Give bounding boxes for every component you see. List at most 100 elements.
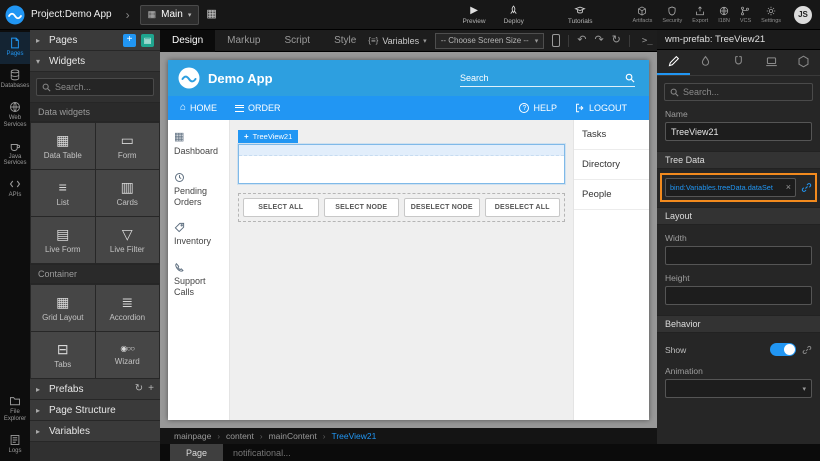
page-structure-section-header[interactable]: ▸ Page Structure <box>30 400 160 421</box>
breadcrumb-mainpage[interactable]: mainpage <box>174 431 211 441</box>
menu-item-pending-orders[interactable]: Pending Orders <box>174 172 223 208</box>
widget-tile-wizard[interactable]: ◉○○Wizard <box>96 332 160 378</box>
behavior-section[interactable]: Behavior <box>657 315 820 333</box>
widgets-section-header[interactable]: ▾ Widgets <box>30 51 160 72</box>
width-input[interactable] <box>665 246 812 265</box>
list-item-people[interactable]: People <box>574 180 649 210</box>
work-area: Design Markup Script Style {≡} Variables… <box>160 30 657 444</box>
nav-logout[interactable]: LOGOUT <box>575 103 627 113</box>
bind-link-icon[interactable] <box>802 345 812 355</box>
widget-search <box>36 78 154 96</box>
tab-design[interactable]: Design <box>160 30 215 52</box>
layout-section[interactable]: Layout <box>657 207 820 225</box>
rail-item-java-services[interactable]: Java Services <box>0 135 30 174</box>
widget-tile-cards[interactable]: ▥Cards <box>96 170 160 216</box>
select-all-button[interactable]: SELECT ALL <box>243 198 319 217</box>
selected-widget-tab[interactable]: + TreeView21 <box>238 130 298 143</box>
tab-security[interactable] <box>787 50 820 75</box>
clear-icon[interactable]: × <box>786 183 791 192</box>
undo-button[interactable]: ↶ <box>577 35 586 46</box>
widget-tile-live-form[interactable]: ▤Live Form <box>31 217 95 263</box>
play-icon: ▶ <box>470 6 478 16</box>
security-button[interactable]: Security <box>662 6 682 24</box>
nav-order[interactable]: ORDER <box>235 103 281 113</box>
widget-search-input[interactable] <box>55 82 148 92</box>
button-group-widget[interactable]: SELECT ALL SELECT NODE DESELECT NODE DES… <box>238 193 565 222</box>
redo-button[interactable]: ↷ <box>594 35 603 46</box>
breadcrumb-maincontent[interactable]: mainContent <box>269 431 317 441</box>
breadcrumb-treeview21[interactable]: TreeView21 <box>331 431 376 441</box>
pages-section-header[interactable]: ▸ Pages + ▤ <box>30 30 160 51</box>
search-icon <box>42 83 51 92</box>
breadcrumb-content[interactable]: content <box>226 431 254 441</box>
status-tab-page[interactable]: Page <box>170 444 223 461</box>
tree-data-section[interactable]: Tree Data <box>657 151 820 169</box>
user-avatar[interactable]: JS <box>794 6 812 24</box>
deselect-node-button[interactable]: DESELECT NODE <box>404 198 480 217</box>
menu-item-inventory[interactable]: Inventory <box>174 222 223 247</box>
height-input[interactable] <box>665 286 812 305</box>
widget-tile-accordion[interactable]: ≣Accordion <box>96 285 160 331</box>
variables-section-header[interactable]: ▸ Variables <box>30 421 160 442</box>
add-page-button[interactable]: + <box>123 34 136 47</box>
nav-home[interactable]: ⌂HOME <box>180 103 217 113</box>
list-item-tasks[interactable]: Tasks <box>574 120 649 150</box>
tabs-icon: ⊟ <box>57 342 69 356</box>
tab-device[interactable] <box>755 50 788 75</box>
show-toggle[interactable] <box>770 343 796 356</box>
select-node-button[interactable]: SELECT NODE <box>324 198 400 217</box>
mobile-preview-icon[interactable] <box>552 34 560 47</box>
page-selector[interactable]: ▦ Main ▾ <box>140 5 200 25</box>
widget-tile-list[interactable]: ≡List <box>31 170 95 216</box>
widget-tile-live-filter[interactable]: ▽Live Filter <box>96 217 160 263</box>
menu-item-dashboard[interactable]: ▦Dashboard <box>174 132 223 157</box>
vcs-button[interactable]: VCS <box>740 6 751 24</box>
tab-style[interactable]: Style <box>322 30 368 52</box>
rail-item-file-explorer[interactable]: File Explorer <box>0 390 30 429</box>
export-button[interactable]: Export <box>692 6 708 24</box>
deploy-button[interactable]: Deploy <box>504 5 524 25</box>
animation-select[interactable]: ▾ <box>665 379 812 398</box>
rail-item-pages[interactable]: Pages <box>0 32 30 64</box>
add-prefab-button[interactable]: + <box>148 384 154 394</box>
screen-size-select[interactable]: -- Choose Screen Size -- ▾ <box>435 33 545 49</box>
preview-button[interactable]: ▶ Preview <box>462 5 485 25</box>
list-item-directory[interactable]: Directory <box>574 150 649 180</box>
refresh-canvas-button[interactable]: ↻ <box>612 35 621 46</box>
tutorials-button[interactable]: Tutorials <box>568 5 593 25</box>
tab-markup[interactable]: Markup <box>215 30 272 52</box>
nav-help[interactable]: ?HELP <box>519 103 557 113</box>
widget-tile-data-table[interactable]: ▦Data Table <box>31 123 95 169</box>
app-search-field[interactable]: Search <box>460 69 635 87</box>
bind-link-icon[interactable] <box>801 182 812 193</box>
treeview-widget[interactable] <box>238 144 565 184</box>
tab-script[interactable]: Script <box>273 30 323 52</box>
app-right-list: Tasks Directory People <box>573 120 649 420</box>
widget-tile-tabs[interactable]: ⊟Tabs <box>31 332 95 378</box>
widget-tile-grid-layout[interactable]: ▦Grid Layout <box>31 285 95 331</box>
property-search-input[interactable] <box>683 87 807 97</box>
pages-list-button[interactable]: ▤ <box>141 34 154 47</box>
terminal-button[interactable]: >_ <box>638 36 657 46</box>
artifacts-button[interactable]: Artifacts <box>633 6 653 24</box>
i18n-button[interactable]: I18N <box>718 6 730 24</box>
design-canvas[interactable]: Demo App Search ⌂HOME ORDER ?HELP LOGOUT <box>160 52 657 428</box>
settings-button[interactable]: Settings <box>761 6 781 24</box>
tab-events[interactable] <box>722 50 755 75</box>
tree-data-input[interactable]: bind:Variables.treeData.dataSet × <box>665 178 796 197</box>
deselect-all-button[interactable]: DESELECT ALL <box>485 198 561 217</box>
refresh-icon[interactable]: ↻ <box>135 384 143 394</box>
rail-item-logs[interactable]: Logs <box>0 429 30 461</box>
variables-button[interactable]: {≡} Variables ▾ <box>368 36 426 46</box>
page-content-area[interactable]: + TreeView21 SELECT ALL SELECT NODE DESE… <box>230 120 573 420</box>
widget-tile-form[interactable]: ▭Form <box>96 123 160 169</box>
tab-properties[interactable] <box>657 50 690 75</box>
name-input[interactable] <box>665 122 812 141</box>
rail-item-web-services[interactable]: Web Services <box>0 96 30 135</box>
tab-styles[interactable] <box>690 50 723 75</box>
prefabs-section-header[interactable]: ▸ Prefabs ↻ + <box>30 379 160 400</box>
rail-item-databases[interactable]: Databases <box>0 64 30 96</box>
rail-item-apis[interactable]: APIs <box>0 173 30 205</box>
page-list-button[interactable]: ▦ <box>206 9 216 20</box>
menu-item-support-calls[interactable]: Support Calls <box>174 262 223 298</box>
